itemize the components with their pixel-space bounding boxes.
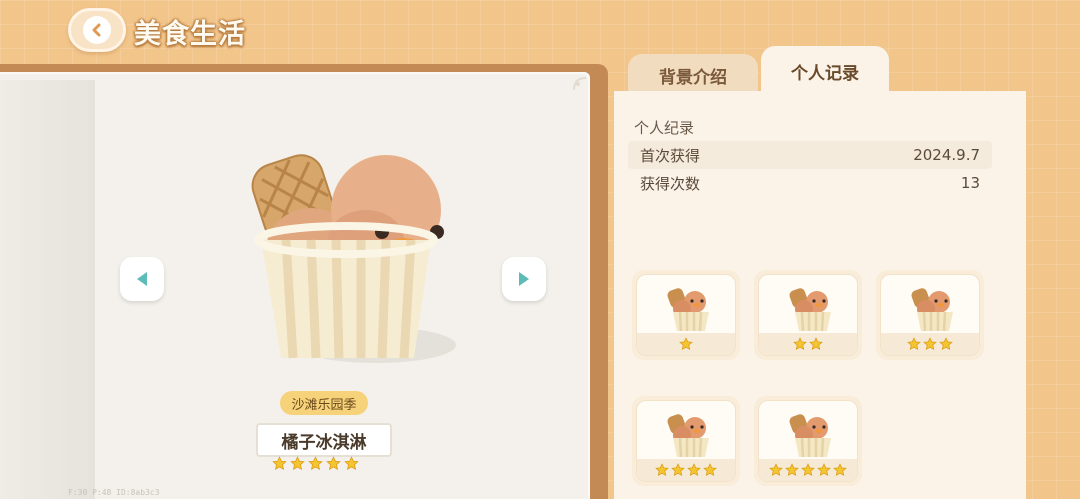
star-icon [655,463,669,477]
variant-card[interactable] [632,396,740,486]
star-icon [801,463,815,477]
star-icon [817,463,831,477]
star-icon [939,337,953,351]
ice-cream-thumbnail-icon [789,288,831,332]
record-heading: 个人纪录 [634,119,695,137]
tab-background[interactable]: 背景介绍 [628,54,758,96]
variant-card-inner [636,274,736,356]
variant-card-inner [758,400,858,482]
variant-card[interactable] [754,396,862,486]
star-icon [907,337,921,351]
tab-personal-record[interactable]: 个人记录 [761,46,889,96]
record-label: 首次获得 [640,146,701,165]
back-button[interactable] [68,8,126,52]
variant-card[interactable] [876,270,984,360]
page-title: 美食生活 [134,19,246,50]
arrow-left-icon [137,272,147,286]
record-label: 获得次数 [640,174,701,193]
variant-stars [637,337,735,351]
star-icon [679,337,693,351]
food-name: 橘子冰淇淋 [256,423,392,457]
variant-card-inner [636,400,736,482]
record-value: 13 [960,174,980,192]
corner-ornament-icon [573,77,587,91]
arrow-right-icon [519,272,529,286]
star-icon [833,463,847,477]
ice-cream-thumbnail-icon [667,288,709,332]
star-icon [793,337,807,351]
variant-stars [637,463,735,477]
prev-arrow-button[interactable] [120,257,164,301]
star-icon [687,463,701,477]
star-icon [703,463,717,477]
star-icon [809,337,823,351]
variant-stars [759,463,857,477]
star-icon [344,456,359,470]
variant-card[interactable] [754,270,862,360]
variant-card-inner [880,274,980,356]
ice-cream-image [251,154,456,363]
star-icon [272,456,287,470]
record-row-first-obtained: 首次获得 2024.9.7 [628,141,992,169]
star-icon [671,463,685,477]
star-icon [769,463,783,477]
star-icon [785,463,799,477]
chevron-left-icon [83,16,111,44]
variant-card-inner [758,274,858,356]
ice-cream-thumbnail-icon [911,288,953,332]
record-value: 2024.9.7 [913,146,980,164]
next-arrow-button[interactable] [502,257,546,301]
star-icon [290,456,305,470]
book-left-page [0,80,95,499]
star-icon [308,456,323,470]
ice-cream-thumbnail-icon [789,414,831,458]
record-row-obtain-count: 获得次数 13 [628,169,992,197]
variant-stars [759,337,857,351]
variant-card[interactable] [632,270,740,360]
ice-cream-thumbnail-icon [667,414,709,458]
star-icon [923,337,937,351]
star-icon [326,456,341,470]
rating-stars [272,456,359,471]
debug-overlay: F:30 P:48 ID:8ab3c3 [68,488,160,497]
season-badge: 沙滩乐园季 [280,391,368,415]
variant-stars [881,337,979,351]
